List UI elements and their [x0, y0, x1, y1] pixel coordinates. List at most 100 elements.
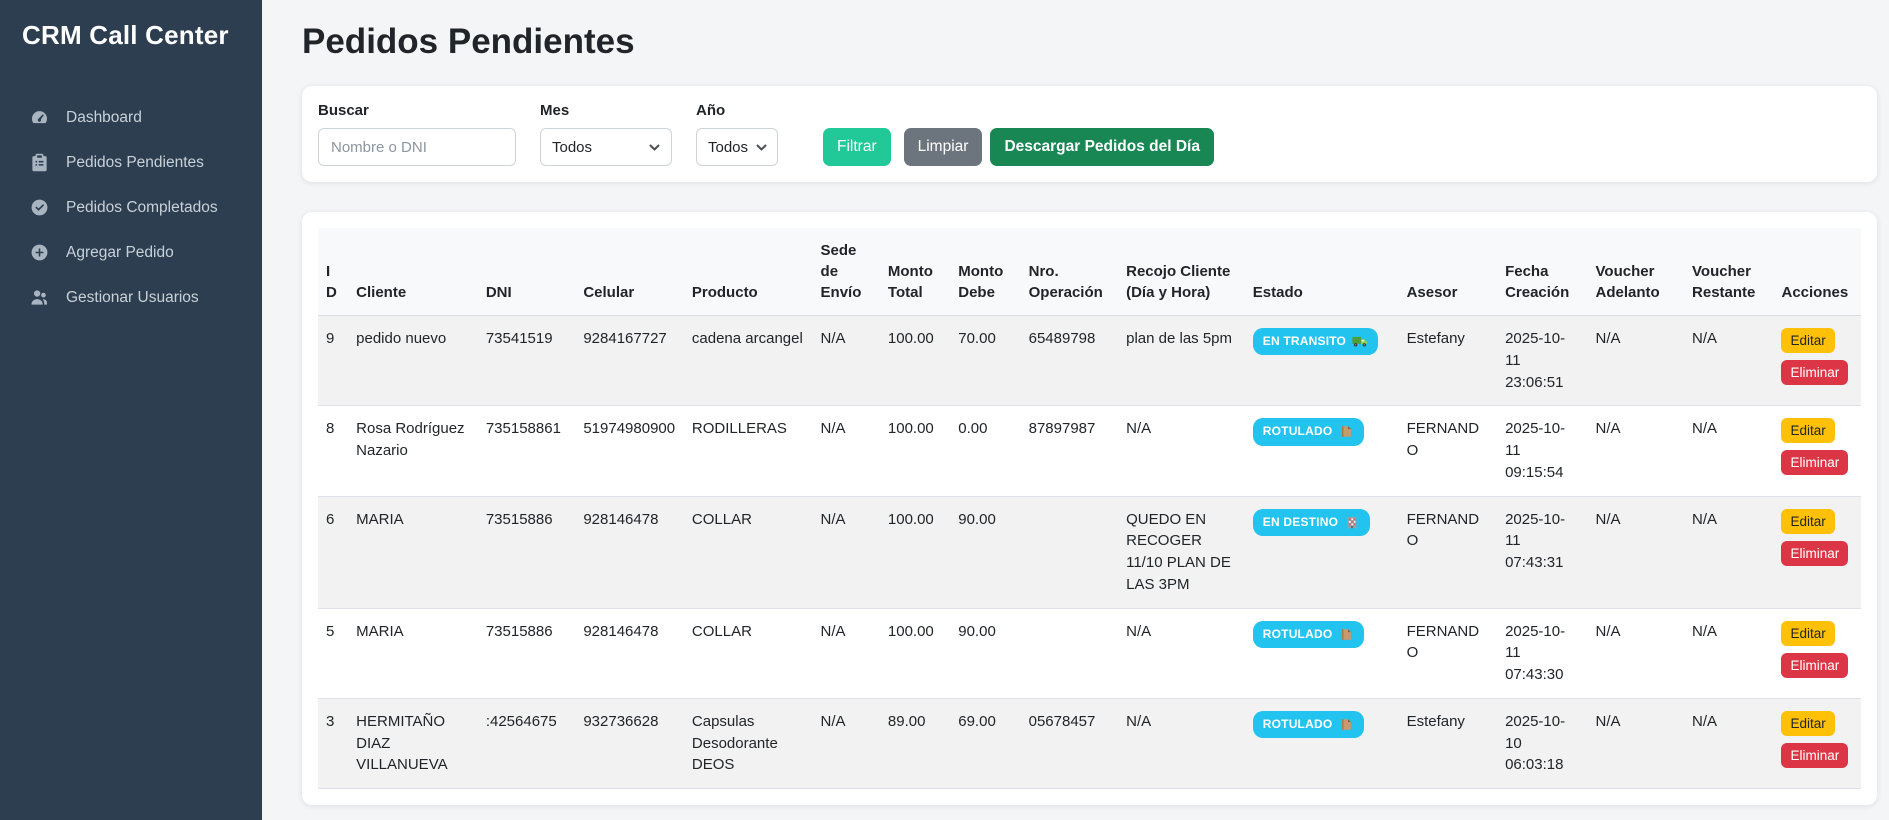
- cell-voucher_adelanto: N/A: [1588, 608, 1685, 698]
- cell-voucher_restante: N/A: [1684, 406, 1773, 496]
- col-header-voucher_restante: Voucher Restante: [1684, 228, 1773, 316]
- cell-recojo: N/A: [1118, 406, 1245, 496]
- building-icon: [1344, 516, 1360, 529]
- edit-button[interactable]: Editar: [1781, 711, 1834, 736]
- status-badge: EN DESTINO: [1253, 509, 1370, 536]
- status-badge: ROTULADO: [1253, 418, 1365, 445]
- sidebar-item-label: Pedidos Pendientes: [66, 154, 204, 172]
- orders-table: IDClienteDNICelularProductoSede de Envío…: [318, 228, 1861, 789]
- cell-sede: N/A: [813, 608, 880, 698]
- users-gear-icon: [30, 288, 49, 307]
- cell-nro_operacion: 65489798: [1021, 316, 1119, 406]
- sidebar-item-gestionar-usuarios[interactable]: Gestionar Usuarios: [0, 275, 262, 320]
- sidebar-item-dashboard[interactable]: Dashboard: [0, 95, 262, 140]
- cell-dni: 73541519: [478, 316, 576, 406]
- filter-bar: Buscar Mes Todos Año Todos Filtrar Limpi…: [302, 86, 1877, 182]
- cell-asesor: FERNANDO: [1399, 496, 1498, 608]
- cell-id: 9: [318, 316, 348, 406]
- cell-voucher_restante: N/A: [1684, 316, 1773, 406]
- download-day-orders-button[interactable]: Descargar Pedidos del Día: [990, 128, 1214, 166]
- cell-sede: N/A: [813, 496, 880, 608]
- edit-button[interactable]: Editar: [1781, 418, 1834, 443]
- month-select[interactable]: Todos: [540, 128, 672, 166]
- delete-button[interactable]: Eliminar: [1781, 360, 1848, 385]
- cell-producto: RODILLERAS: [684, 406, 813, 496]
- app-title: CRM Call Center: [0, 16, 262, 51]
- cell-monto_debe: 90.00: [950, 608, 1020, 698]
- cell-recojo: QUEDO EN RECOGER 11/10 PLAN DE LAS 3PM: [1118, 496, 1245, 608]
- status-badge: EN TRANSITO: [1253, 328, 1378, 355]
- year-select[interactable]: Todos: [696, 128, 778, 166]
- cell-celular: 928146478: [575, 496, 684, 608]
- edit-button[interactable]: Editar: [1781, 328, 1834, 353]
- col-header-dni: DNI: [478, 228, 576, 316]
- cell-asesor: FERNANDO: [1399, 406, 1498, 496]
- cell-dni: :42564675: [478, 698, 576, 788]
- clear-button[interactable]: Limpiar: [904, 128, 983, 166]
- delete-button[interactable]: Eliminar: [1781, 450, 1848, 475]
- year-label: Año: [696, 102, 778, 119]
- year-group: Año Todos: [696, 102, 778, 166]
- status-label: ROTULADO: [1263, 423, 1333, 440]
- col-header-estado: Estado: [1245, 228, 1399, 316]
- delete-button[interactable]: Eliminar: [1781, 541, 1848, 566]
- status-badge: ROTULADO: [1253, 711, 1365, 738]
- sidebar-item-label: Agregar Pedido: [66, 244, 174, 262]
- cell-voucher_restante: N/A: [1684, 698, 1773, 788]
- cell-monto_debe: 70.00: [950, 316, 1020, 406]
- cell-fecha: 2025-10-11 07:43:31: [1497, 496, 1587, 608]
- cell-celular: 51974980900: [575, 406, 684, 496]
- col-header-cliente: Cliente: [348, 228, 478, 316]
- cell-acciones: Editar Eliminar: [1773, 608, 1861, 698]
- cell-recojo: N/A: [1118, 608, 1245, 698]
- plus-circle-icon: [30, 243, 49, 262]
- cell-acciones: Editar Eliminar: [1773, 496, 1861, 608]
- col-header-id: ID: [318, 228, 348, 316]
- status-label: EN DESTINO: [1263, 514, 1338, 531]
- cell-id: 6: [318, 496, 348, 608]
- cell-sede: N/A: [813, 406, 880, 496]
- sidebar-item-label: Dashboard: [66, 109, 142, 127]
- edit-button[interactable]: Editar: [1781, 621, 1834, 646]
- cell-asesor: FERNANDO: [1399, 608, 1498, 698]
- delete-button[interactable]: Eliminar: [1781, 743, 1848, 768]
- cell-sede: N/A: [813, 698, 880, 788]
- cell-fecha: 2025-10-10 06:03:18: [1497, 698, 1587, 788]
- tag-icon: [1338, 425, 1354, 438]
- cell-monto_total: 89.00: [880, 698, 950, 788]
- sidebar-item-pedidos-completados[interactable]: Pedidos Completados: [0, 185, 262, 230]
- truck-icon: [1352, 335, 1368, 348]
- check-circle-icon: [30, 198, 49, 217]
- cell-cliente: MARIA: [348, 608, 478, 698]
- sidebar-nav: Dashboard Pedidos Pendientes Pedidos Com…: [0, 95, 262, 320]
- search-input[interactable]: [318, 128, 516, 166]
- status-label: EN TRANSITO: [1263, 333, 1346, 350]
- cell-cliente: Rosa Rodríguez Nazario: [348, 406, 478, 496]
- sidebar-item-pedidos-pendientes[interactable]: Pedidos Pendientes: [0, 140, 262, 185]
- cell-estado: ROTULADO: [1245, 406, 1399, 496]
- filter-button[interactable]: Filtrar: [823, 128, 891, 166]
- tag-icon: [1338, 718, 1354, 731]
- sidebar: CRM Call Center Dashboard Pedidos Pendie…: [0, 0, 262, 820]
- cell-cliente: MARIA: [348, 496, 478, 608]
- search-label: Buscar: [318, 102, 516, 119]
- cell-asesor: Estefany: [1399, 698, 1498, 788]
- main-content: Pedidos Pendientes Buscar Mes Todos Año …: [262, 0, 1889, 820]
- table-row: 9pedido nuevo735415199284167727cadena ar…: [318, 316, 1861, 406]
- cell-acciones: Editar Eliminar: [1773, 316, 1861, 406]
- year-select-value: Todos: [708, 139, 748, 156]
- col-header-celular: Celular: [575, 228, 684, 316]
- cell-fecha: 2025-10-11 07:43:30: [1497, 608, 1587, 698]
- cell-nro_operacion: 05678457: [1021, 698, 1119, 788]
- cell-monto_total: 100.00: [880, 406, 950, 496]
- sidebar-item-agregar-pedido[interactable]: Agregar Pedido: [0, 230, 262, 275]
- edit-button[interactable]: Editar: [1781, 509, 1834, 534]
- cell-fecha: 2025-10-11 09:15:54: [1497, 406, 1587, 496]
- cell-recojo: N/A: [1118, 698, 1245, 788]
- cell-estado: EN DESTINO: [1245, 496, 1399, 608]
- col-header-producto: Producto: [684, 228, 813, 316]
- cell-producto: Capsulas Desodorante DEOS: [684, 698, 813, 788]
- delete-button[interactable]: Eliminar: [1781, 653, 1848, 678]
- cell-asesor: Estefany: [1399, 316, 1498, 406]
- sidebar-item-label: Gestionar Usuarios: [66, 289, 199, 307]
